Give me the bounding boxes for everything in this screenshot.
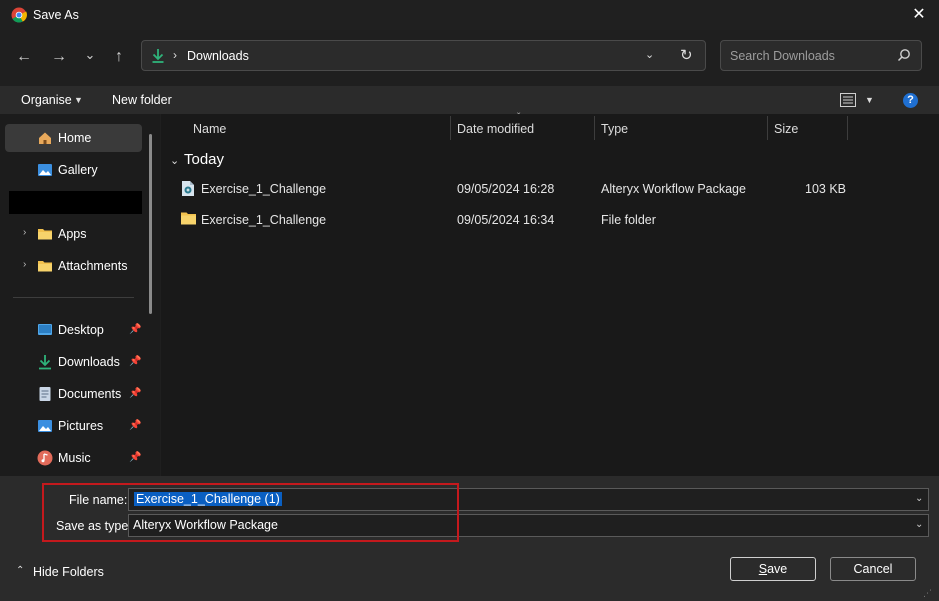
window-title: Save As: [33, 8, 79, 22]
file-type: Alteryx Workflow Package: [601, 182, 746, 196]
back-arrow-icon[interactable]: ←: [13, 46, 35, 68]
alteryx-package-icon: [182, 181, 194, 196]
hide-folders-button[interactable]: Hide Folders: [33, 565, 104, 579]
sidebar-item-label: Gallery: [58, 163, 98, 177]
column-separator[interactable]: [450, 116, 451, 140]
group-header-today[interactable]: Today: [184, 151, 224, 168]
sidebar-item-apps[interactable]: › Apps: [5, 220, 142, 248]
pin-icon[interactable]: 📌: [129, 356, 141, 367]
column-separator[interactable]: [847, 116, 848, 140]
help-icon[interactable]: ?: [903, 93, 918, 108]
sidebar-item-gallery[interactable]: Gallery: [5, 156, 142, 184]
sidebar-item-label: Music: [58, 451, 91, 465]
sidebar-item-label: Desktop: [58, 323, 104, 337]
column-header-type[interactable]: Type: [601, 122, 628, 136]
file-type: File folder: [601, 213, 656, 227]
command-bar: Organise ▼ New folder ▼ ?: [0, 86, 939, 114]
sidebar-item-home[interactable]: Home: [5, 124, 142, 152]
address-dropdown-icon[interactable]: ⌄: [645, 48, 654, 61]
pin-icon[interactable]: 📌: [129, 420, 141, 431]
pin-icon[interactable]: 📌: [129, 452, 141, 463]
music-icon: [37, 450, 53, 466]
file-name: Exercise_1_Challenge: [201, 213, 327, 227]
folder-icon: [38, 229, 52, 240]
close-icon[interactable]: ✕: [905, 4, 933, 26]
sidebar-item-label: Pictures: [58, 419, 104, 433]
save-label-rest: ave: [767, 562, 788, 576]
recent-locations-chevron-icon[interactable]: ⌄: [79, 44, 101, 66]
caret-down-icon[interactable]: ▼: [865, 95, 874, 105]
chevron-down-icon[interactable]: ⌄: [915, 493, 923, 504]
caret-down-icon[interactable]: ▼: [74, 95, 83, 105]
gallery-icon: [38, 164, 52, 176]
details-view-icon[interactable]: [840, 93, 856, 107]
navigation-pane: Home Gallery › Apps › Attachments Deskto…: [0, 114, 160, 476]
column-header-date-modified[interactable]: Date modified: [457, 122, 534, 136]
column-separator[interactable]: [594, 116, 595, 140]
sidebar-item-label: Documents: [58, 387, 122, 401]
new-folder-button[interactable]: New folder: [112, 93, 172, 107]
resize-grip-icon[interactable]: ⋰: [923, 588, 932, 599]
breadcrumb-separator-icon: ›: [173, 48, 177, 62]
group-collapse-chevron-icon[interactable]: ⌄: [170, 154, 179, 167]
sidebar-item-label: Attachments: [58, 259, 128, 273]
pin-icon[interactable]: 📌: [129, 388, 141, 399]
sidebar-item-music[interactable]: Music 📌: [5, 444, 142, 472]
forward-arrow-icon[interactable]: →: [48, 46, 70, 68]
documents-icon: [39, 387, 51, 401]
folder-icon: [181, 212, 196, 225]
folder-icon: [38, 261, 52, 272]
file-row[interactable]: Exercise_1_Challenge 09/05/2024 16:34 Fi…: [161, 206, 939, 234]
up-arrow-icon[interactable]: ↑: [108, 46, 130, 68]
highlight-box: [42, 483, 459, 542]
file-list: Name ˇ Date modified Type Size ⌄ Today E…: [161, 112, 939, 476]
home-icon: [39, 132, 51, 144]
sidebar-divider: [13, 297, 134, 298]
save-button[interactable]: Save: [730, 557, 816, 581]
file-date: 09/05/2024 16:28: [457, 182, 555, 196]
sidebar-item-downloads[interactable]: Downloads 📌: [5, 348, 142, 376]
breadcrumb-downloads[interactable]: Downloads: [187, 49, 249, 63]
expand-chevron-icon[interactable]: ›: [23, 259, 26, 270]
sidebar-item-desktop[interactable]: Desktop 📌: [5, 316, 142, 344]
organise-button[interactable]: Organise: [21, 93, 72, 107]
sidebar-item-label: Apps: [58, 227, 87, 241]
address-bar[interactable]: › Downloads ⌄ ↻: [141, 40, 706, 71]
pictures-icon: [38, 420, 52, 432]
refresh-icon[interactable]: ↻: [680, 46, 693, 64]
pin-icon[interactable]: 📌: [129, 324, 141, 335]
search-box[interactable]: Search Downloads: [720, 40, 922, 71]
sidebar-item-label: Downloads: [58, 355, 120, 369]
save-form-panel: File name: Exercise_1_Challenge (1) ⌄ Sa…: [0, 476, 939, 601]
file-name: Exercise_1_Challenge: [201, 182, 327, 196]
file-row[interactable]: Exercise_1_Challenge 09/05/2024 16:28 Al…: [161, 175, 939, 203]
sidebar-item-attachments[interactable]: › Attachments: [5, 252, 142, 280]
chrome-icon: [11, 7, 27, 23]
sidebar-item-documents[interactable]: Documents 📌: [5, 380, 142, 408]
search-icon[interactable]: [897, 48, 911, 62]
column-header-name[interactable]: Name: [193, 122, 226, 136]
column-header-size[interactable]: Size: [774, 122, 798, 136]
sidebar-item-label: Home: [58, 131, 92, 145]
file-date: 09/05/2024 16:34: [457, 213, 555, 227]
search-input[interactable]: Search Downloads: [730, 49, 835, 63]
column-separator[interactable]: [767, 116, 768, 140]
chevron-down-icon[interactable]: ⌄: [915, 519, 923, 530]
cancel-button[interactable]: Cancel: [830, 557, 916, 581]
sidebar-item-pictures[interactable]: Pictures 📌: [5, 412, 142, 440]
expand-chevron-icon[interactable]: ›: [23, 227, 26, 238]
file-size: 103 KB: [805, 182, 847, 196]
save-accelerator: S: [758, 562, 768, 576]
title-bar: Save As ✕: [0, 0, 939, 30]
download-icon: [39, 355, 51, 370]
download-icon: [152, 49, 164, 63]
chevron-up-icon[interactable]: ⌃: [16, 565, 24, 576]
sidebar-scrollbar[interactable]: [149, 134, 152, 314]
redacted-item: [9, 191, 142, 214]
desktop-icon: [38, 324, 52, 335]
